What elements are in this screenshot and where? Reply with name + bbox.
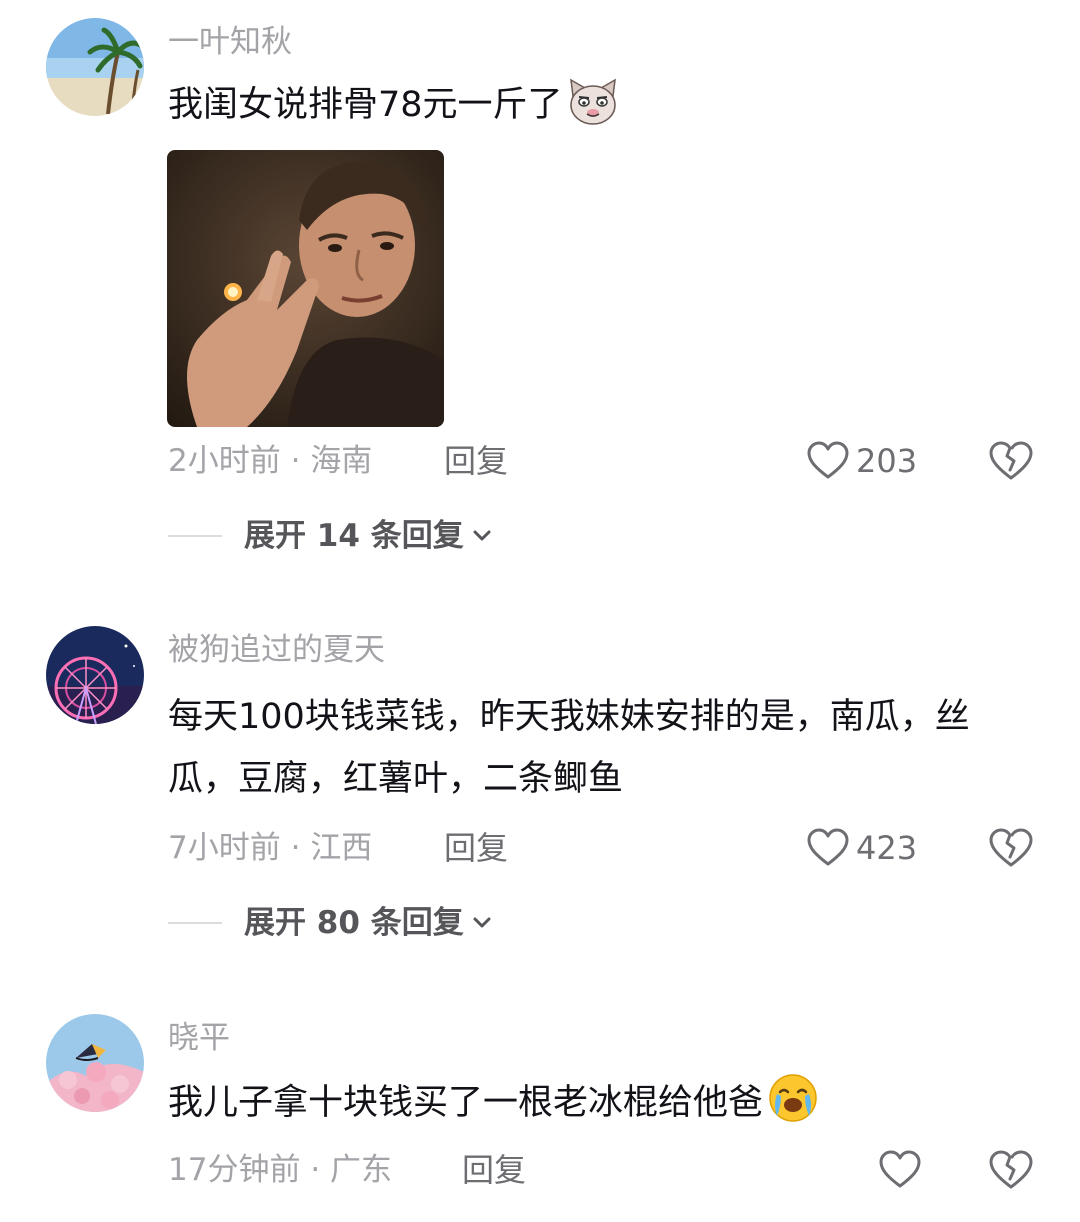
avatar[interactable] xyxy=(46,626,144,724)
comment-image[interactable] xyxy=(167,150,444,427)
like-count: 423 xyxy=(856,829,918,867)
cat-face-emoji-icon xyxy=(567,78,619,146)
comment-location: 海南 xyxy=(310,443,373,479)
meta-separator: · xyxy=(290,443,301,479)
divider xyxy=(168,922,222,924)
comment-text-content: 我闺女说排骨78元一斤了 xyxy=(168,85,563,125)
expand-replies-label: 展开 80 条回复 xyxy=(244,905,464,941)
comment-text: 我闺女说排骨78元一斤了 xyxy=(168,74,988,146)
comment-time: 17分钟前 xyxy=(168,1152,301,1188)
meta-separator: · xyxy=(310,1152,321,1188)
heart-icon xyxy=(807,828,849,866)
meta-separator: · xyxy=(290,830,301,866)
divider xyxy=(168,535,222,537)
like-button[interactable]: 203 xyxy=(806,441,917,481)
chevron-down-icon xyxy=(473,530,491,541)
comment-time: 7小时前 xyxy=(168,830,281,866)
like-button[interactable] xyxy=(878,1150,928,1190)
expand-replies-button[interactable]: 展开 80 条回复 xyxy=(168,903,492,943)
heart-icon xyxy=(879,1150,921,1188)
comment-time: 2小时前 xyxy=(168,443,281,479)
avatar[interactable] xyxy=(46,18,144,116)
like-count: 203 xyxy=(856,442,918,480)
reply-button[interactable]: 回复 xyxy=(462,1150,526,1190)
avatar[interactable] xyxy=(46,1014,144,1112)
expand-replies-button[interactable]: 展开 14 条回复 xyxy=(168,516,492,556)
comment-username[interactable]: 晓平 xyxy=(168,1018,230,1058)
comment-meta: 17分钟前 · 广东 xyxy=(168,1150,392,1190)
heart-icon xyxy=(807,441,849,479)
comment-username[interactable]: 被狗追过的夏天 xyxy=(168,630,385,670)
expand-replies-label: 展开 14 条回复 xyxy=(244,518,464,554)
comment-location: 广东 xyxy=(330,1152,393,1188)
comment-text-content: 我儿子拿十块钱买了一根老冰棍给他爸 xyxy=(168,1083,764,1123)
comment-text: 每天100块钱菜钱，昨天我妹妹安排的是，南瓜，丝瓜，豆腐，红薯叶，二条鲫鱼 xyxy=(168,697,970,799)
comment-location: 江西 xyxy=(310,830,373,866)
like-button[interactable]: 423 xyxy=(806,828,917,868)
reply-button[interactable]: 回复 xyxy=(444,441,508,481)
crying-face-emoji-icon xyxy=(767,1072,819,1144)
comment-meta: 2小时前 · 海南 xyxy=(168,441,372,481)
chevron-down-icon xyxy=(473,917,491,928)
comment-text: 我儿子拿十块钱买了一根老冰棍给他爸 xyxy=(168,1072,988,1144)
broken-heart-icon[interactable] xyxy=(988,440,1034,482)
comment-username[interactable]: 一叶知秋 xyxy=(168,22,292,62)
broken-heart-icon[interactable] xyxy=(988,1149,1034,1191)
comment-meta: 7小时前 · 江西 xyxy=(168,828,372,868)
broken-heart-icon[interactable] xyxy=(988,827,1034,869)
reply-button[interactable]: 回复 xyxy=(444,828,508,868)
